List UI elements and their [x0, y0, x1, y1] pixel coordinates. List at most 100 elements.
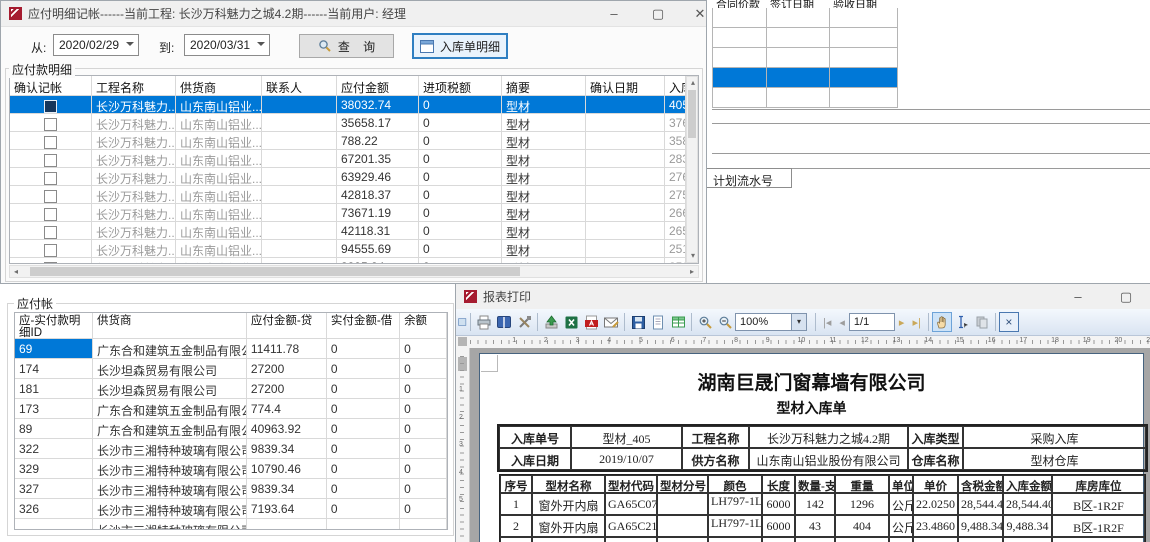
table-row[interactable]: 326长沙市三湘特种玻璃有限公司7193.6400 — [15, 499, 447, 519]
payable-debit-cell[interactable]: 0 — [327, 439, 400, 458]
table-contact-cell[interactable] — [262, 96, 337, 113]
table-row[interactable]: 长沙万科魅力...山东南山铝业...38032.740型材405 — [10, 96, 686, 114]
chevron-down-icon[interactable]: ▾ — [791, 314, 806, 330]
to-date-combo[interactable]: 2020/03/31 — [184, 34, 270, 56]
page-setup-icon[interactable] — [494, 312, 514, 332]
table-amount-cell[interactable]: 38032.74 — [337, 96, 419, 113]
table-tax-cell[interactable]: 0 — [419, 240, 502, 257]
table-contact-cell[interactable] — [262, 258, 337, 263]
table-amount-cell[interactable]: 42818.37 — [337, 186, 419, 203]
payable-debit-cell[interactable]: 0 — [327, 419, 400, 438]
nav-first-page-button[interactable]: |◂ — [823, 316, 831, 329]
close-preview-icon[interactable]: × — [999, 312, 1019, 332]
table-row[interactable] — [712, 8, 898, 28]
maximize-button[interactable]: ▢ — [641, 1, 675, 26]
inbound-detail-button[interactable]: 入库单明细 — [412, 33, 508, 59]
save-icon[interactable] — [628, 312, 648, 332]
table-amount-cell[interactable]: 35658.17 — [337, 114, 419, 131]
payable-supplier-cell[interactable]: 广东合和建筑五金制品有限公司 — [93, 399, 247, 418]
column-header[interactable]: 应-实付款明细ID — [15, 313, 93, 338]
table-inbound-cell[interactable]: 275 — [665, 186, 686, 203]
confirm-checkbox[interactable] — [44, 190, 57, 203]
empty-cell[interactable] — [713, 68, 767, 87]
table-row[interactable] — [712, 68, 898, 88]
table-summary-cell[interactable]: 型材 — [502, 240, 586, 257]
scroll-up-icon[interactable]: ▴ — [687, 77, 699, 89]
table-contact-cell[interactable] — [262, 168, 337, 185]
table-row[interactable]: 322长沙市三湘特种玻璃有限公司9839.3400 — [15, 439, 447, 459]
table-project-cell[interactable]: 长沙万科魅力... — [92, 132, 176, 149]
table-contact-cell[interactable] — [262, 222, 337, 239]
table-inbound-cell[interactable]: 358 — [665, 132, 686, 149]
confirm-checkbox[interactable] — [44, 208, 57, 221]
table-inbound-cell[interactable]: 276 — [665, 168, 686, 185]
payable-id-cell[interactable]: 69 — [15, 339, 93, 358]
table-inbound-cell[interactable]: 266 — [665, 204, 686, 221]
table-confirm-date-cell[interactable] — [586, 114, 665, 131]
payable-supplier-cell[interactable]: 长沙市三湘特种玻璃有限公司 — [93, 459, 247, 478]
table-confirm-date-cell[interactable] — [586, 186, 665, 203]
confirm-cell[interactable] — [10, 204, 92, 221]
table-inbound-cell[interactable]: 376 — [665, 114, 686, 131]
table-supplier-cell[interactable]: 山东南山铝业... — [176, 114, 262, 131]
table-tax-cell[interactable]: 0 — [419, 168, 502, 185]
minimize-button[interactable]: – — [597, 1, 631, 26]
empty-cell[interactable] — [713, 48, 767, 67]
confirm-checkbox[interactable] — [44, 154, 57, 167]
table-project-cell[interactable]: 长沙万科魅力... — [92, 240, 176, 257]
payable-balance-cell[interactable]: 0 — [400, 439, 447, 458]
payable-id-cell[interactable]: 174 — [15, 359, 93, 378]
payable-debit-cell[interactable]: 0 — [327, 339, 400, 358]
table-row[interactable]: 327长沙市三湘特种玻璃有限公司9839.3400 — [15, 479, 447, 499]
empty-cell[interactable] — [830, 68, 891, 87]
horizontal-scrollbar[interactable]: ◂ ▸ — [9, 265, 699, 278]
report-page[interactable]: 湖南巨晟门窗幕墙有限公司 型材入库单 入库单号型材_405工程名称长沙万科魅力之… — [479, 353, 1144, 542]
table-row[interactable]: 长沙万科魅力...山东南山铝业...42818.370型材275 — [10, 186, 686, 204]
scroll-down-icon[interactable]: ▾ — [687, 250, 699, 262]
table-tax-cell[interactable]: 0 — [419, 204, 502, 221]
table-inbound-cell[interactable]: 251 — [665, 240, 686, 257]
confirm-cell[interactable] — [10, 168, 92, 185]
table-row[interactable]: 长沙万科魅力...山东南山铝业...63929.460型材276 — [10, 168, 686, 186]
payable-balance-cell[interactable]: 0 — [400, 379, 447, 398]
column-header[interactable]: 应付金额 — [337, 76, 419, 95]
table-tax-cell[interactable]: 0 — [419, 258, 502, 263]
table-supplier-cell[interactable]: 山东南山铝业... — [176, 204, 262, 221]
column-header[interactable]: 供货商 — [93, 313, 247, 338]
confirm-checkbox[interactable] — [44, 100, 57, 113]
table-contact-cell[interactable] — [262, 186, 337, 203]
column-header[interactable]: 进项税额 — [419, 76, 502, 95]
empty-cell[interactable] — [830, 48, 891, 67]
table-summary-cell[interactable]: 型材 — [502, 186, 586, 203]
table-summary-cell[interactable]: 型材 — [502, 132, 586, 149]
design-icon[interactable] — [458, 312, 467, 332]
table-project-cell[interactable]: 长沙万科魅力... — [92, 150, 176, 167]
chevron-down-icon[interactable] — [257, 42, 265, 50]
table-confirm-date-cell[interactable] — [586, 96, 665, 113]
table-row[interactable]: 长沙万科魅力...山东南山铝业...67201.350型材283 — [10, 150, 686, 168]
close-button[interactable]: ✕ — [1144, 284, 1150, 309]
payable-debit-cell[interactable]: 0 — [327, 359, 400, 378]
close-button[interactable]: ✕ — [683, 1, 717, 26]
pdf-icon[interactable] — [581, 312, 601, 332]
payable-debit-cell[interactable]: 0 — [327, 379, 400, 398]
nav-prev-page-button[interactable]: ◂ — [839, 316, 845, 329]
empty-cell[interactable] — [830, 88, 891, 107]
table-confirm-date-cell[interactable] — [586, 258, 665, 263]
zoom-level-combo[interactable]: 100% ▾ — [735, 313, 807, 331]
table-row[interactable]: 长沙万科魅力...山东南山铝业...73671.190型材266 — [10, 204, 686, 222]
table-row[interactable]: 长沙万科魅力...山东南山铝业...788.220型材358 — [10, 132, 686, 150]
table-supplier-cell[interactable]: 山东南山铝业... — [176, 222, 262, 239]
table-supplier-cell[interactable]: 山东南山铝业... — [176, 186, 262, 203]
payable-id-cell[interactable]: 322 — [15, 439, 93, 458]
table-tax-cell[interactable]: 0 — [419, 222, 502, 239]
excel-icon[interactable] — [561, 312, 581, 332]
table-confirm-date-cell[interactable] — [586, 240, 665, 257]
table-row[interactable] — [712, 88, 898, 108]
payable-credit-cell[interactable]: 11411.78 — [247, 339, 327, 358]
empty-cell[interactable] — [713, 88, 767, 107]
table-row[interactable]: 181长沙坦森贸易有限公司2720000 — [15, 379, 447, 399]
export-icon[interactable] — [541, 312, 561, 332]
table-summary-cell[interactable]: 型材 — [502, 222, 586, 239]
mail-icon[interactable] — [601, 312, 621, 332]
